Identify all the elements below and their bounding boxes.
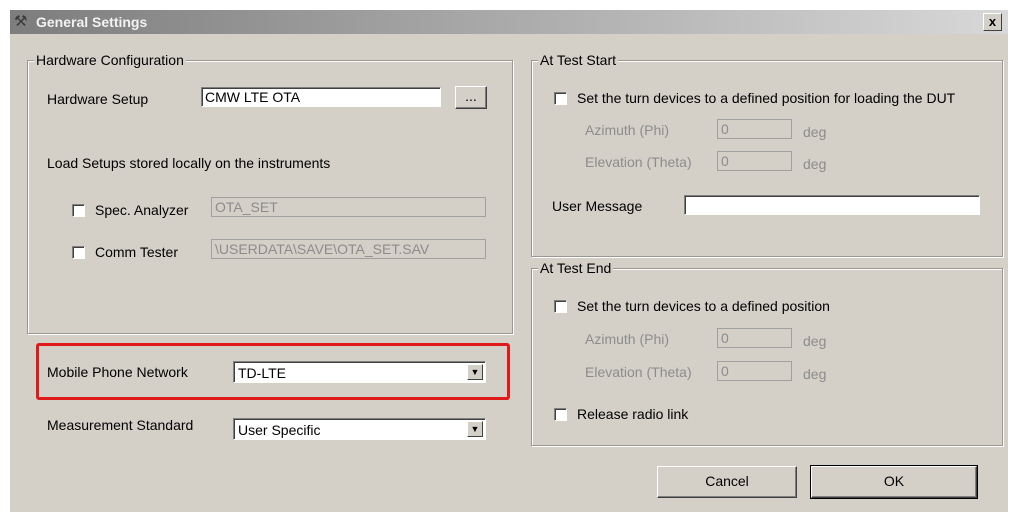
- hardware-configuration-legend: Hardware Configuration: [34, 52, 186, 68]
- test-start-elevation-field[interactable]: 0: [717, 151, 792, 171]
- release-radio-link-checkbox[interactable]: [554, 408, 567, 421]
- test-end-turn-checkbox[interactable]: [554, 300, 567, 313]
- test-start-azimuth-label: Azimuth (Phi): [585, 122, 670, 138]
- test-end-elevation-unit: deg: [803, 366, 827, 382]
- test-start-azimuth-unit: deg: [803, 124, 827, 140]
- test-start-elevation-label: Elevation (Theta): [585, 154, 692, 170]
- close-button[interactable]: x: [983, 13, 1002, 31]
- test-end-legend: At Test End: [538, 260, 614, 276]
- test-start-azimuth-field[interactable]: 0: [717, 119, 792, 139]
- test-end-azimuth-label: Azimuth (Phi): [585, 331, 670, 347]
- test-end-azimuth-field[interactable]: 0: [717, 328, 792, 348]
- test-start-turn-label: Set the turn devices to a defined positi…: [577, 90, 956, 106]
- chevron-down-icon[interactable]: ▼: [467, 364, 483, 380]
- test-start-legend: At Test Start: [538, 52, 618, 68]
- comm-tester-label: Comm Tester: [95, 244, 178, 260]
- general-settings-dialog: ⚒ General Settings x Hardware Configurat…: [10, 10, 1008, 512]
- spec-analyzer-label: Spec. Analyzer: [95, 202, 189, 218]
- mobile-phone-network-label: Mobile Phone Network: [47, 364, 188, 380]
- window-title: General Settings: [36, 14, 148, 30]
- hardware-setup-label: Hardware Setup: [47, 91, 149, 107]
- test-end-turn-label: Set the turn devices to a defined positi…: [577, 298, 830, 314]
- comm-tester-checkbox[interactable]: [72, 246, 85, 259]
- ok-button[interactable]: OK: [810, 465, 978, 499]
- release-radio-link-label: Release radio link: [577, 406, 689, 422]
- test-end-elevation-field[interactable]: 0: [717, 361, 792, 381]
- comm-tester-field[interactable]: \USERDATA\SAVE\OTA_SET.SAV: [211, 239, 486, 259]
- chevron-down-icon[interactable]: ▼: [467, 421, 483, 437]
- tools-icon: ⚒: [14, 13, 28, 30]
- spec-analyzer-field[interactable]: OTA_SET: [211, 197, 486, 217]
- load-setups-label: Load Setups stored locally on the instru…: [47, 155, 331, 171]
- mobile-phone-network-value: TD-LTE: [238, 365, 286, 381]
- spec-analyzer-checkbox[interactable]: [72, 204, 85, 217]
- user-message-label: User Message: [552, 198, 643, 214]
- test-start-turn-checkbox[interactable]: [554, 92, 567, 105]
- cancel-button[interactable]: Cancel: [657, 466, 797, 498]
- measurement-standard-value: User Specific: [238, 422, 321, 438]
- user-message-field[interactable]: [684, 195, 980, 215]
- hardware-setup-field[interactable]: CMW LTE OTA: [201, 87, 441, 107]
- measurement-standard-select[interactable]: User Specific ▼: [233, 418, 486, 440]
- test-start-elevation-unit: deg: [803, 156, 827, 172]
- measurement-standard-label: Measurement Standard: [47, 417, 194, 433]
- browse-button[interactable]: ...: [455, 86, 487, 109]
- test-end-azimuth-unit: deg: [803, 333, 827, 349]
- test-end-elevation-label: Elevation (Theta): [585, 364, 692, 380]
- mobile-phone-network-select[interactable]: TD-LTE ▼: [233, 361, 486, 383]
- title-bar[interactable]: ⚒ General Settings x: [10, 10, 1008, 34]
